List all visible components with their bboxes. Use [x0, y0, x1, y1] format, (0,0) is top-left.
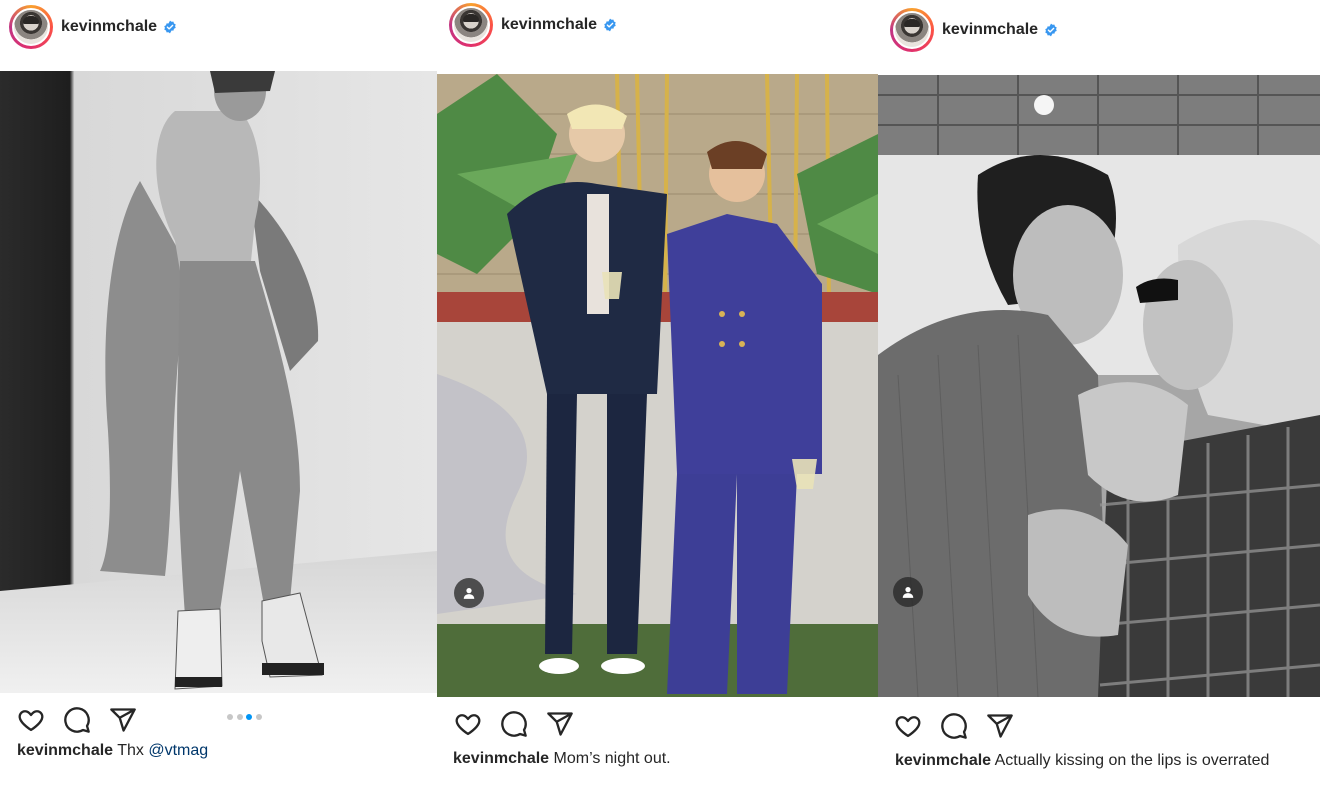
comment-icon[interactable]	[500, 710, 528, 738]
photo-illustration	[878, 75, 1320, 697]
carousel-indicator[interactable]	[227, 714, 265, 720]
verified-badge-icon	[1045, 23, 1057, 37]
user-tag-icon[interactable]	[454, 578, 484, 608]
caption-text: Thx	[117, 742, 144, 759]
photo-illustration	[437, 74, 878, 697]
caption-text: Actually kissing on the lips is overrate…	[994, 752, 1270, 769]
post-2: kevinmchale kevinmchale Mom’s night out.	[437, 0, 878, 800]
heart-icon[interactable]	[894, 712, 922, 740]
carousel-dot-active	[246, 714, 252, 720]
post-header: kevinmchale	[878, 8, 1320, 52]
post-photo[interactable]	[437, 74, 878, 697]
comment-icon[interactable]	[63, 706, 91, 734]
carousel-dot	[227, 714, 233, 720]
avatar[interactable]	[9, 5, 53, 49]
carousel-dot	[236, 714, 243, 720]
comment-icon[interactable]	[940, 712, 968, 740]
post-3: kevinmchale kevinmchale Actually kissing…	[878, 0, 1320, 800]
caption-username[interactable]: kevinmchale	[453, 750, 549, 767]
caption-mention[interactable]: @vtmag	[148, 742, 208, 759]
caption: kevinmchale Thx @vtmag	[17, 742, 208, 760]
caption-text: Mom’s night out.	[553, 750, 671, 767]
username[interactable]: kevinmchale	[942, 21, 1038, 39]
action-bar	[17, 706, 155, 734]
caption-username[interactable]: kevinmchale	[17, 742, 113, 759]
verified-badge-icon	[604, 18, 616, 32]
carousel-dot	[255, 714, 262, 720]
caption-username[interactable]: kevinmchale	[895, 752, 991, 769]
action-bar	[894, 712, 1032, 740]
post-header: kevinmchale	[437, 3, 878, 47]
post-1: kevinmchale kevinmchale Thx @vtmag	[0, 0, 437, 800]
avatar[interactable]	[890, 8, 934, 52]
username[interactable]: kevinmchale	[61, 18, 157, 36]
avatar[interactable]	[449, 3, 493, 47]
photo-illustration	[0, 71, 437, 693]
caption: kevinmchale Actually kissing on the lips…	[895, 752, 1269, 770]
user-tag-icon[interactable]	[893, 577, 923, 607]
post-photo[interactable]	[878, 75, 1320, 697]
heart-icon[interactable]	[454, 710, 482, 738]
post-header: kevinmchale	[0, 5, 437, 49]
heart-icon[interactable]	[17, 706, 45, 734]
action-bar	[454, 710, 592, 738]
caption: kevinmchale Mom’s night out.	[453, 750, 671, 768]
paper-plane-icon[interactable]	[109, 706, 137, 734]
username[interactable]: kevinmchale	[501, 16, 597, 34]
verified-badge-icon	[164, 20, 176, 34]
post-photo[interactable]	[0, 71, 437, 693]
paper-plane-icon[interactable]	[986, 712, 1014, 740]
paper-plane-icon[interactable]	[546, 710, 574, 738]
